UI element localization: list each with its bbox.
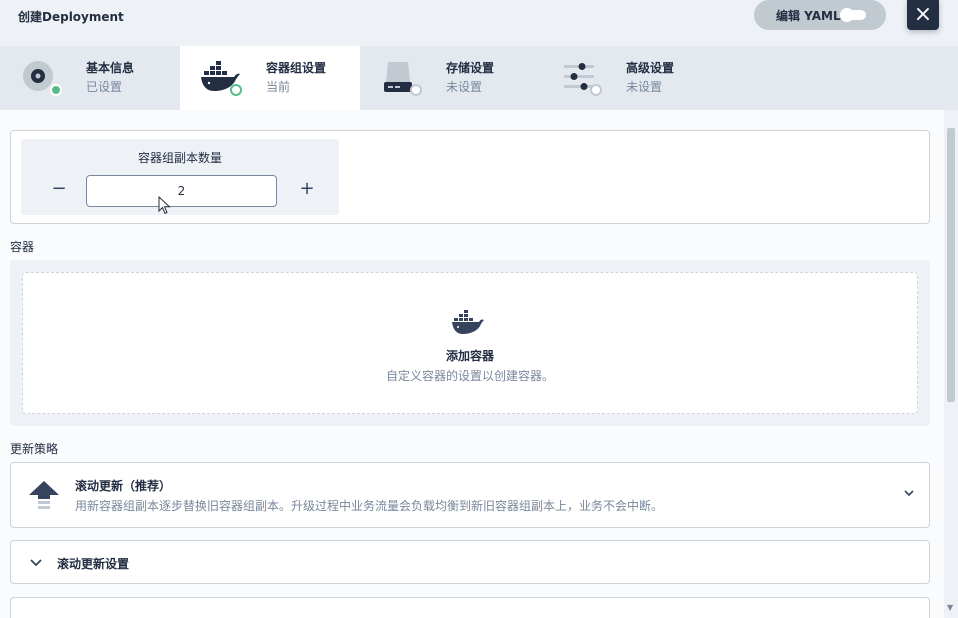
tab-label: 容器组设置 (266, 61, 327, 75)
page-title: 创建Deployment (18, 10, 124, 24)
tab-label: 存储设置 (446, 61, 495, 75)
edit-yaml-label: 编辑 YAML (776, 8, 841, 23)
next-section-card (10, 597, 930, 618)
decrement-button[interactable]: − (49, 177, 69, 201)
container-area: 添加容器 自定义容器的设置以创建容器。 (10, 260, 930, 426)
increment-button[interactable]: + (297, 177, 317, 201)
chevron-down-icon (30, 559, 42, 567)
rolling-update-settings[interactable]: 滚动更新设置 (10, 540, 930, 584)
scroll-down-icon[interactable]: ▼ (947, 603, 953, 612)
status-current-icon (230, 84, 242, 96)
disc-icon (20, 56, 64, 100)
status-todo-icon (590, 84, 602, 96)
step-tabs: 基本信息 已设置 容器组设置 当前 存储设置 未设置 高级设置 未设置 (0, 46, 958, 110)
close-button[interactable]: × (907, 0, 939, 30)
add-container-desc: 自定义容器的设置以创建容器。 (385, 369, 554, 383)
status-done-icon (50, 84, 62, 96)
storage-icon (380, 56, 424, 100)
scrollbar[interactable]: ▼ (944, 110, 958, 618)
tab-label: 高级设置 (626, 61, 675, 75)
docker-icon (452, 310, 484, 334)
replica-count-input[interactable] (86, 175, 277, 207)
containers-label: 容器 (10, 240, 35, 254)
upload-arrow-icon (29, 481, 59, 509)
status-todo-icon (410, 84, 422, 96)
modal-header: 创建Deployment 编辑 YAML × (0, 0, 958, 46)
docker-icon (200, 56, 244, 100)
chevron-down-icon (904, 490, 914, 497)
tab-status: 未设置 (626, 80, 663, 94)
rolling-settings-title: 滚动更新设置 (57, 557, 130, 571)
close-icon: × (913, 2, 933, 27)
replica-title: 容器组副本数量 (137, 151, 222, 165)
mouse-cursor-icon (158, 196, 171, 215)
replica-stepper: 容器组副本数量 − + (21, 139, 339, 215)
replica-card: 容器组副本数量 − + (10, 130, 930, 224)
tab-status: 未设置 (446, 80, 483, 94)
add-container-button[interactable]: 添加容器 自定义容器的设置以创建容器。 (22, 272, 918, 414)
tab-status: 当前 (266, 80, 291, 94)
update-strategy-label: 更新策略 (10, 442, 59, 456)
tab-basic-info[interactable]: 基本信息 已设置 (0, 46, 180, 110)
tab-label: 基本信息 (86, 61, 135, 75)
strategy-title: 滚动更新（推荐） (75, 479, 172, 493)
update-strategy-select[interactable]: 滚动更新（推荐） 用新容器组副本逐步替换旧容器组副本。升级过程中业务流量会负载均… (10, 462, 930, 528)
edit-yaml-toggle[interactable]: 编辑 YAML (754, 0, 886, 30)
tab-pod-settings[interactable]: 容器组设置 当前 (180, 46, 360, 110)
sliders-icon (560, 56, 604, 100)
form-body: 容器组副本数量 − + 容器 添加容器 自定义容器的设置以创建容器。 (0, 110, 944, 618)
add-container-title: 添加容器 (445, 349, 494, 363)
tab-status: 已设置 (86, 80, 123, 94)
tab-storage-settings[interactable]: 存储设置 未设置 (360, 46, 540, 110)
strategy-desc: 用新容器组副本逐步替换旧容器组副本。升级过程中业务流量会负载均衡到新旧容器组副本… (75, 499, 664, 513)
toggle-switch-icon (840, 8, 866, 22)
scroll-thumb[interactable] (947, 128, 955, 402)
tab-advanced-settings[interactable]: 高级设置 未设置 (540, 46, 720, 110)
